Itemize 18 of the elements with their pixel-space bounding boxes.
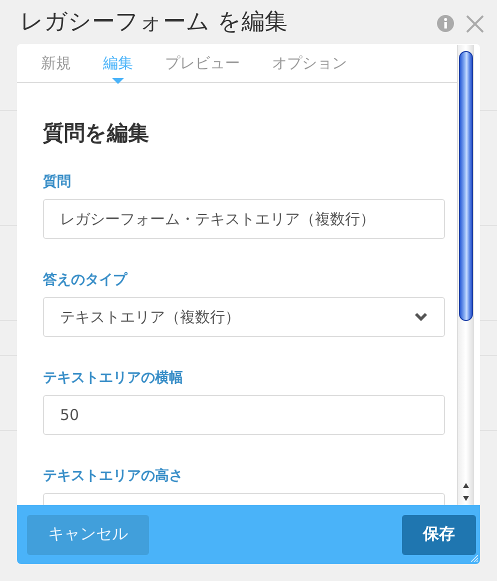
save-button[interactable]: 保存 <box>402 514 476 554</box>
tab[interactable]: オプション <box>262 44 357 82</box>
tab[interactable]: 新規 <box>31 44 81 82</box>
scrollbar-thumb[interactable] <box>459 51 473 321</box>
scrollbar[interactable] <box>457 45 474 505</box>
input-field[interactable]: レガシーフォーム・テキストエリア（複数行） <box>43 199 445 239</box>
input-field[interactable]: 50 <box>43 395 445 435</box>
field-label: 質問 <box>43 173 72 191</box>
field-label: 答えのタイプ <box>43 271 129 289</box>
form-heading: 質問を編集 <box>43 120 150 147</box>
cancel-button[interactable]: キャンセル <box>27 514 149 554</box>
field-label: テキストエリアの高さ <box>43 467 184 485</box>
tab[interactable]: プレビュー <box>155 44 250 82</box>
chevron-down-icon <box>414 312 428 322</box>
resize-grip-icon[interactable] <box>471 555 478 562</box>
dialog-title: レガシーフォーム を編集 <box>20 8 288 37</box>
select-field[interactable]: テキストエリア（複数行） <box>43 297 445 337</box>
field-label: テキストエリアの横幅 <box>43 369 184 387</box>
